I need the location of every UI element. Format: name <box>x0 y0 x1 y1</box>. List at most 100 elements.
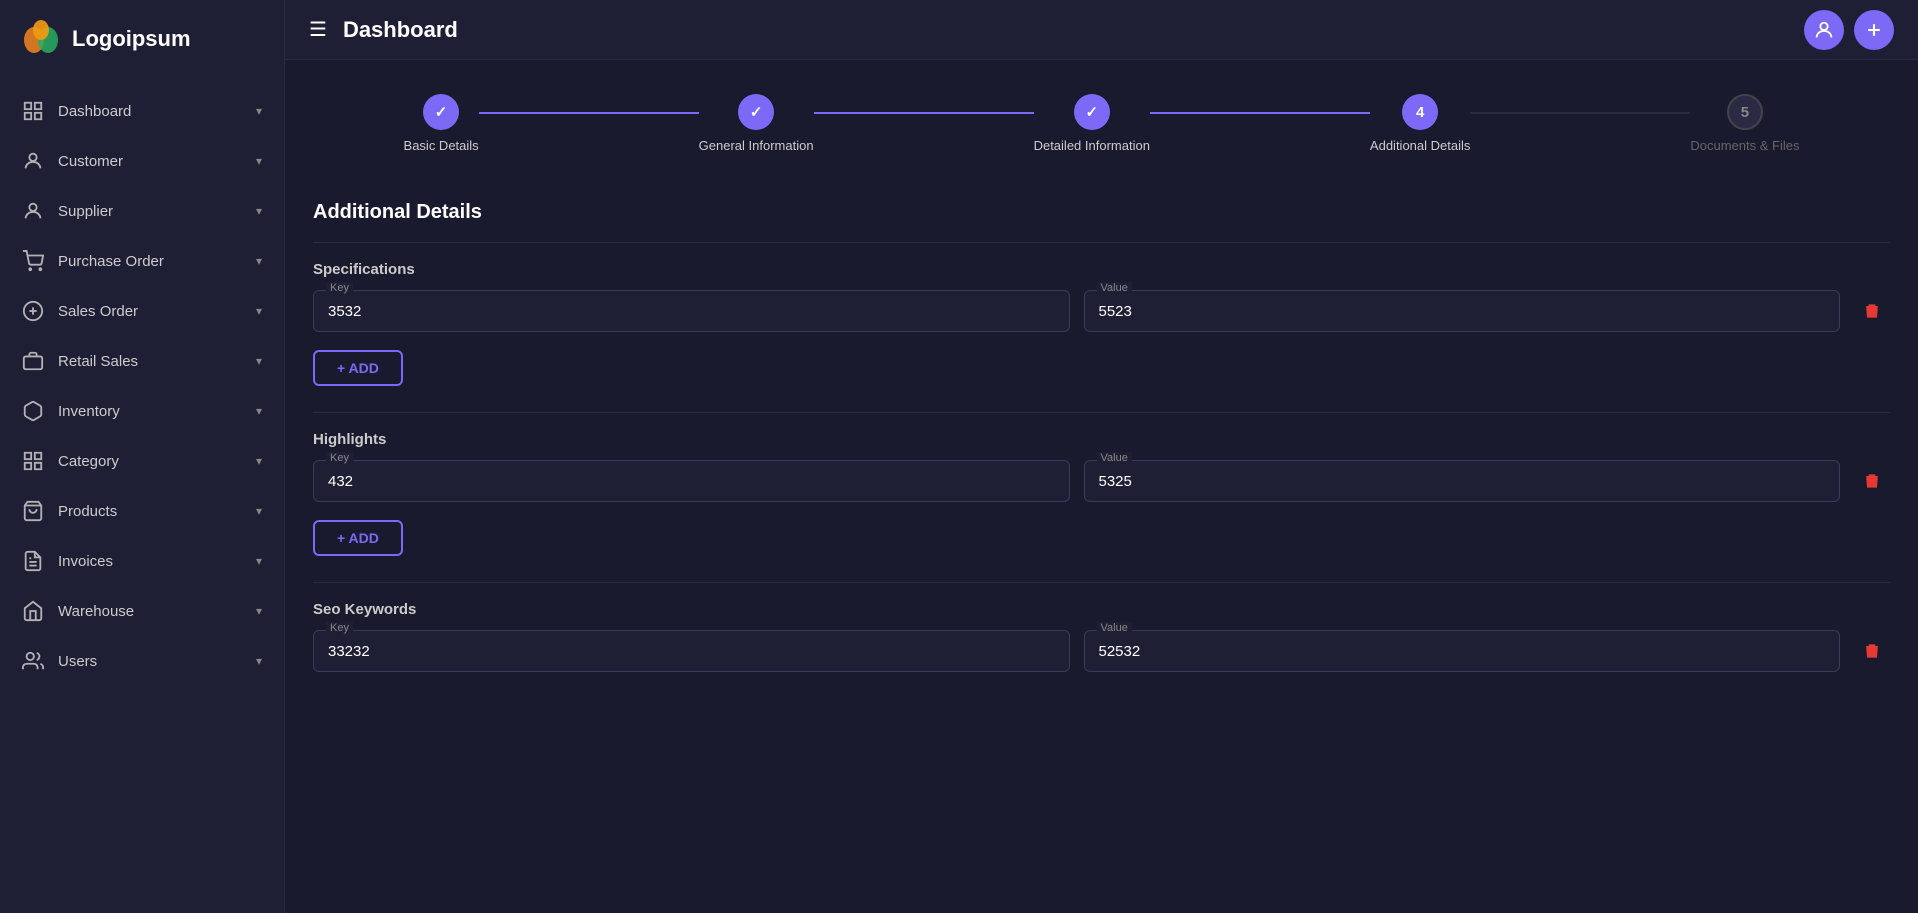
seo-key-field-1: Key <box>313 630 1070 672</box>
spec-key-input-1[interactable] <box>328 299 1055 320</box>
step-connector-2 <box>814 112 1034 114</box>
user-avatar[interactable] <box>1804 10 1844 50</box>
chevron-down-icon: ▾ <box>256 354 262 368</box>
page-title: Dashboard <box>343 17 1788 43</box>
sidebar-label-inventory: Inventory <box>58 403 242 420</box>
sidebar-label-dashboard: Dashboard <box>58 103 242 120</box>
actions-button[interactable] <box>1854 10 1894 50</box>
step-connector-3 <box>1150 112 1370 114</box>
sidebar-item-warehouse[interactable]: Warehouse ▾ <box>0 586 284 636</box>
chevron-down-icon: ▾ <box>256 654 262 668</box>
step-label-2: General Information <box>699 138 814 153</box>
seo-value-field-1: Value <box>1084 630 1841 672</box>
divider-3 <box>313 582 1890 583</box>
highlight-delete-button-1[interactable] <box>1854 467 1890 495</box>
inventory-icon <box>22 400 44 422</box>
step-circle-5: 5 <box>1727 94 1763 130</box>
highlights-add-button[interactable]: + ADD <box>313 520 403 556</box>
sidebar-label-supplier: Supplier <box>58 203 242 220</box>
spec-key-field-1: Key <box>313 290 1070 332</box>
sidebar-item-invoices[interactable]: Invoices ▾ <box>0 536 284 586</box>
step-circle-4: 4 <box>1402 94 1438 130</box>
step-label-5: Documents & Files <box>1690 138 1799 153</box>
logo[interactable]: Logoipsum <box>0 0 284 78</box>
seo-keywords-subtitle: Seo Keywords <box>313 601 1890 618</box>
step-label-3: Detailed Information <box>1034 138 1150 153</box>
sidebar-item-users[interactable]: Users ▾ <box>0 636 284 686</box>
sidebar-item-category[interactable]: Category ▾ <box>0 436 284 486</box>
divider-2 <box>313 412 1890 413</box>
chevron-down-icon: ▾ <box>256 254 262 268</box>
dashboard-icon <box>22 100 44 122</box>
warehouse-icon <box>22 600 44 622</box>
spec-add-button[interactable]: + ADD <box>313 350 403 386</box>
products-icon <box>22 500 44 522</box>
sidebar-item-products[interactable]: Products ▾ <box>0 486 284 536</box>
main: ☰ Dashboard ✓ Basic Details ✓ General In… <box>285 0 1918 913</box>
sidebar-label-purchase-order: Purchase Order <box>58 253 242 270</box>
step-label-1: Basic Details <box>404 138 479 153</box>
spec-value-label-1: Value <box>1097 282 1132 294</box>
highlight-value-label-1: Value <box>1097 452 1132 464</box>
sidebar-item-supplier[interactable]: Supplier ▾ <box>0 186 284 236</box>
step-basic-details[interactable]: ✓ Basic Details <box>404 94 479 153</box>
menu-icon[interactable]: ☰ <box>309 17 327 42</box>
sidebar-item-inventory[interactable]: Inventory ▾ <box>0 386 284 436</box>
invoices-icon <box>22 550 44 572</box>
chevron-down-icon: ▾ <box>256 454 262 468</box>
header-actions <box>1804 10 1894 50</box>
sidebar-item-dashboard[interactable]: Dashboard ▾ <box>0 86 284 136</box>
sidebar-label-warehouse: Warehouse <box>58 603 242 620</box>
highlights-subtitle: Highlights <box>313 431 1890 448</box>
step-general-information[interactable]: ✓ General Information <box>699 94 814 153</box>
chevron-down-icon: ▾ <box>256 554 262 568</box>
seo-row-1: Key Value <box>313 630 1890 672</box>
form-title: Additional Details <box>313 201 1890 224</box>
sidebar-label-products: Products <box>58 503 242 520</box>
category-icon <box>22 450 44 472</box>
specifications-row-1: Key Value <box>313 290 1890 332</box>
seo-delete-button-1[interactable] <box>1854 637 1890 665</box>
spec-value-input-1[interactable] <box>1099 299 1826 320</box>
step-additional-details[interactable]: 4 Additional Details <box>1370 94 1470 153</box>
highlight-key-input-1[interactable] <box>328 469 1055 490</box>
sidebar-label-retail-sales: Retail Sales <box>58 353 242 370</box>
content-area: ✓ Basic Details ✓ General Information ✓ … <box>285 60 1918 913</box>
seo-value-input-1[interactable] <box>1099 639 1826 660</box>
highlight-value-input-1[interactable] <box>1099 469 1826 490</box>
spec-delete-button-1[interactable] <box>1854 297 1890 325</box>
step-detailed-information[interactable]: ✓ Detailed Information <box>1034 94 1150 153</box>
users-icon <box>22 650 44 672</box>
sidebar-item-sales-order[interactable]: Sales Order ▾ <box>0 286 284 336</box>
chevron-down-icon: ▾ <box>256 104 262 118</box>
sidebar-label-sales-order: Sales Order <box>58 303 242 320</box>
sidebar-item-purchase-order[interactable]: Purchase Order ▾ <box>0 236 284 286</box>
step-documents-files[interactable]: 5 Documents & Files <box>1690 94 1799 153</box>
sidebar-item-customer[interactable]: Customer ▾ <box>0 136 284 186</box>
chevron-down-icon: ▾ <box>256 204 262 218</box>
customer-icon <box>22 150 44 172</box>
sidebar-item-retail-sales[interactable]: Retail Sales ▾ <box>0 336 284 386</box>
sidebar-label-invoices: Invoices <box>58 553 242 570</box>
highlight-key-label-1: Key <box>326 452 353 464</box>
step-circle-2: ✓ <box>738 94 774 130</box>
highlight-value-field-1: Value <box>1084 460 1841 502</box>
sidebar-label-users: Users <box>58 653 242 670</box>
chevron-down-icon: ▾ <box>256 304 262 318</box>
specifications-subtitle: Specifications <box>313 261 1890 278</box>
chevron-down-icon: ▾ <box>256 154 262 168</box>
seo-key-input-1[interactable] <box>328 639 1055 660</box>
divider-1 <box>313 242 1890 243</box>
stepper: ✓ Basic Details ✓ General Information ✓ … <box>313 84 1890 173</box>
highlights-row-1: Key Value <box>313 460 1890 502</box>
supplier-icon <box>22 200 44 222</box>
logo-text: Logoipsum <box>72 26 191 52</box>
spec-key-label-1: Key <box>326 282 353 294</box>
step-label-4: Additional Details <box>1370 138 1470 153</box>
chevron-down-icon: ▾ <box>256 404 262 418</box>
spec-value-field-1: Value <box>1084 290 1841 332</box>
seo-key-label-1: Key <box>326 622 353 634</box>
form-section: Additional Details Specifications Key Va… <box>313 201 1890 672</box>
seo-value-label-1: Value <box>1097 622 1132 634</box>
sidebar: Logoipsum Dashboard ▾ Customer ▾ Supplie… <box>0 0 285 913</box>
